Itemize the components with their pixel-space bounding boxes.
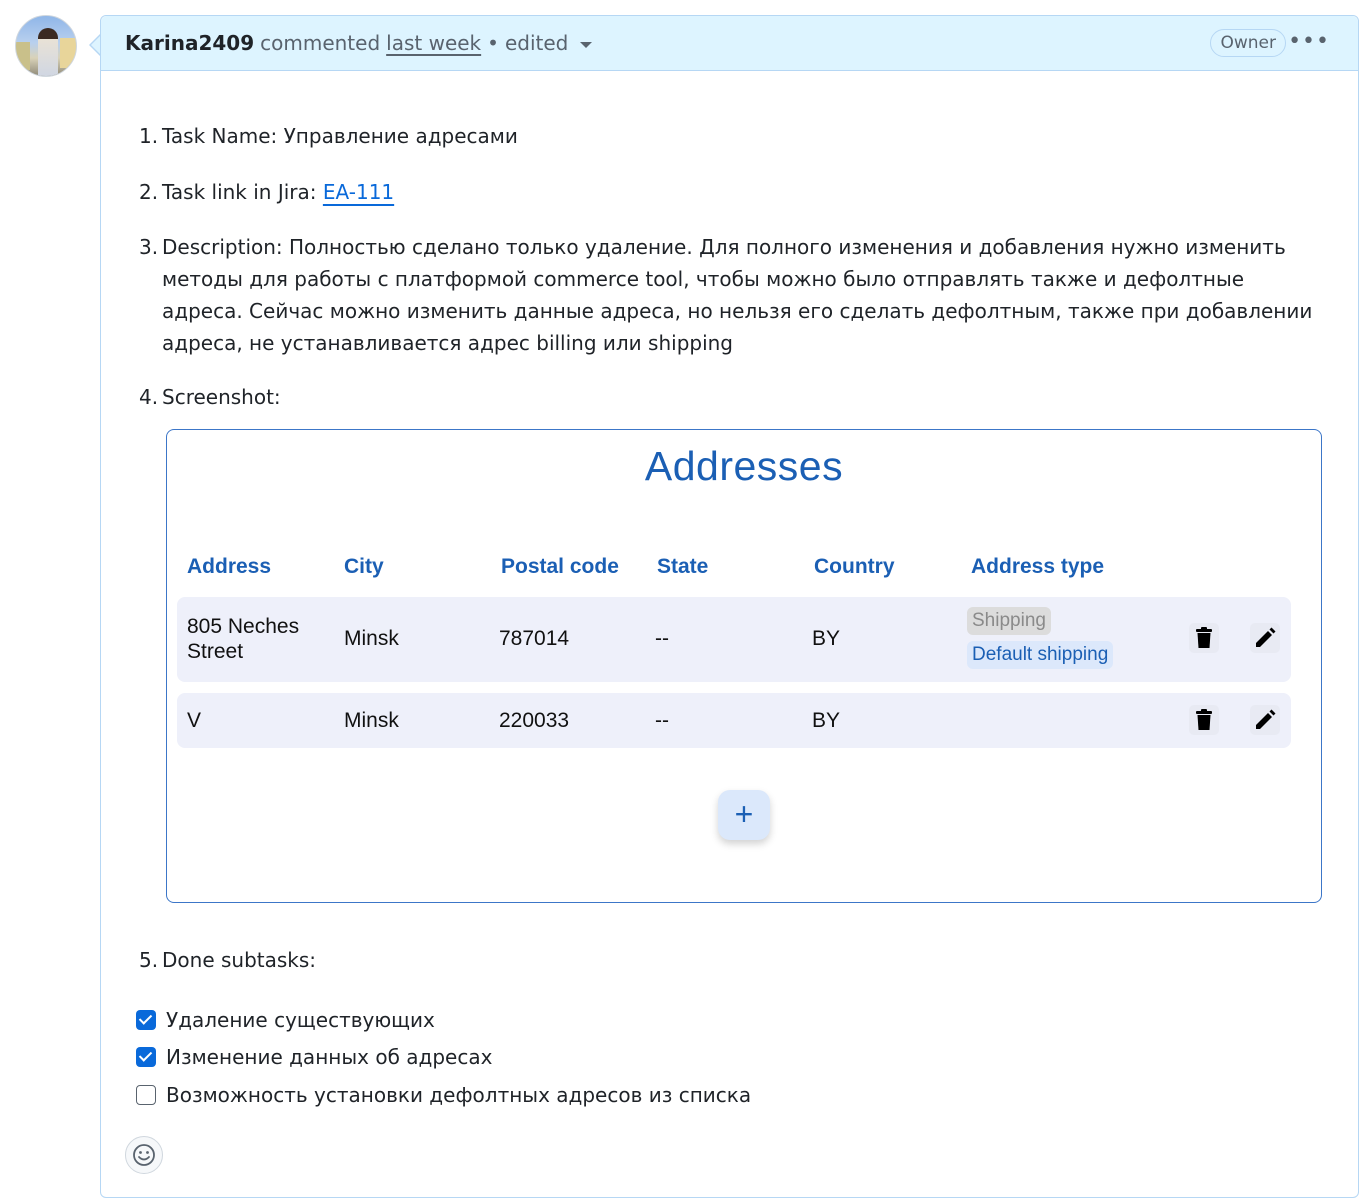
list-item: 1. Task Name: Управление адресами — [139, 124, 518, 148]
postal-cell: 787014 — [499, 627, 570, 650]
add-address-button[interactable]: + — [718, 790, 770, 840]
task-label: Возможность установки дефолтных адресов … — [166, 1083, 752, 1107]
edited-label[interactable]: edited — [505, 31, 568, 55]
column-header-state: State — [657, 555, 709, 578]
smiley-icon[interactable] — [125, 1136, 163, 1174]
comment-action: commented — [260, 31, 381, 55]
pencil-icon[interactable] — [1250, 705, 1280, 735]
task-list-item: Возможность установки дефолтных адресов … — [136, 1079, 751, 1111]
trash-icon[interactable] — [1189, 623, 1219, 653]
address-cell: 805 Neches Street — [187, 615, 300, 663]
task-name: Task Name: Управление адресами — [162, 124, 518, 148]
separator-dot: • — [487, 31, 499, 55]
comment-header: Karina2409 commented last week • edited … — [101, 16, 1358, 71]
country-cell: BY — [812, 627, 841, 650]
city-cell: Minsk — [344, 709, 399, 732]
column-header-postal-code: Postal code — [501, 555, 619, 578]
column-header-address-type: Address type — [971, 555, 1105, 578]
task-list-item: Изменение данных об адресах — [136, 1041, 492, 1073]
table-row: V Minsk 220033 -- BY — [177, 693, 1291, 748]
address-type-badge: Default shipping — [967, 641, 1114, 669]
jira-link[interactable]: EA-111 — [323, 180, 394, 204]
author-avatar[interactable] — [15, 15, 77, 77]
column-header-city: City — [344, 555, 384, 578]
address-cell: V — [187, 709, 202, 732]
task-checkbox[interactable] — [136, 1047, 156, 1067]
country-cell: BY — [812, 709, 841, 732]
pencil-icon[interactable] — [1250, 623, 1280, 653]
comment-box: Karina2409 commented last week • edited … — [100, 15, 1359, 1198]
task-checkbox[interactable] — [136, 1085, 156, 1105]
task-label: Удаление существующих — [166, 1008, 435, 1032]
chevron-down-icon[interactable] — [580, 42, 593, 48]
more-menu-icon[interactable]: ••• — [1288, 28, 1330, 56]
city-cell: Minsk — [344, 627, 399, 650]
embedded-screenshot[interactable]: Addresses Address City Postal code State… — [166, 429, 1322, 903]
screenshot-label: Screenshot: — [162, 385, 281, 409]
list-item: 5. Done subtasks: — [139, 948, 317, 972]
table-row: 805 Neches Street Minsk 787014 -- BY Shi… — [177, 597, 1291, 682]
address-type-badge: Shipping — [967, 607, 1051, 635]
trash-icon[interactable] — [1189, 705, 1219, 735]
task-list-item: Удаление существующих — [136, 1004, 435, 1036]
comment-timestamp[interactable]: last week — [386, 31, 481, 55]
postal-cell: 220033 — [499, 709, 570, 732]
task-checkbox[interactable] — [136, 1010, 156, 1030]
list-item: 4. Screenshot: — [139, 385, 281, 409]
column-header-country: Country — [814, 555, 895, 578]
owner-badge: Owner — [1210, 29, 1286, 57]
state-cell: -- — [655, 627, 669, 650]
column-header-address: Address — [187, 555, 272, 578]
state-cell: -- — [655, 709, 669, 732]
screenshot-title: Addresses — [644, 443, 844, 489]
list-item: 2. Task link in Jira: EA-111 — [139, 180, 395, 204]
author-name[interactable]: Karina2409 — [125, 31, 254, 55]
list-item: 3. Description: Полностью сделано только… — [139, 235, 1313, 355]
task-label: Изменение данных об адресах — [166, 1045, 493, 1069]
task-description: Description: Полностью сделано только уд… — [162, 235, 1313, 355]
subtasks-label: Done subtasks: — [162, 948, 317, 972]
